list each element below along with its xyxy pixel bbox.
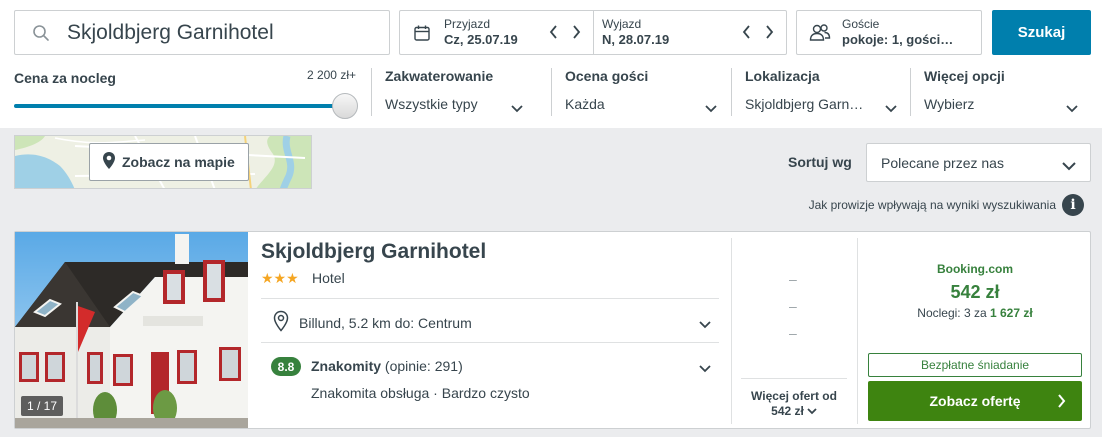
- filter-divider: [910, 68, 911, 116]
- divider: [261, 342, 719, 343]
- hotel-location-text: Billund, 5.2 km do: Centrum: [299, 314, 472, 331]
- alt-price: –: [789, 325, 797, 341]
- filter-accommodation[interactable]: Zakwaterowanie Wszystkie typy: [385, 68, 541, 120]
- checkout-label: Wyjazd: [602, 17, 642, 31]
- divider: [261, 298, 719, 299]
- chevron-down-icon: [1066, 100, 1078, 118]
- map-pin-icon: [102, 151, 116, 173]
- price-slider-track[interactable]: [14, 104, 344, 108]
- hotel-result-card: 1 / 17 Skjoldbjerg Garnihotel ★★★ Hotel …: [14, 231, 1091, 429]
- nights-total: Noclegi: 3 za 1 627 zł: [868, 306, 1082, 320]
- checkout-next-icon[interactable]: [764, 24, 774, 45]
- guests-value: pokoje: 1, gości…: [842, 32, 954, 47]
- filter-guest-rating[interactable]: Ocena gości Każda: [565, 68, 731, 120]
- guests-field[interactable]: Goście pokoje: 1, gości…: [796, 10, 982, 55]
- checkout-value: N, 28.07.19: [602, 32, 670, 47]
- column-divider: [731, 238, 732, 424]
- alt-price: –: [789, 298, 797, 314]
- checkin-prev-icon[interactable]: [549, 24, 559, 45]
- sort-value: Polecane przez nas: [881, 154, 1004, 171]
- hotel-location[interactable]: Billund, 5.2 km do: Centrum: [273, 310, 472, 335]
- filter-guest-rating-title: Ocena gości: [565, 68, 649, 84]
- destination-search-input[interactable]: Skjoldbjerg Garnihotel: [14, 10, 390, 55]
- filter-divider: [551, 68, 552, 116]
- star-rating: ★★★: [261, 270, 299, 286]
- map-pin-icon: [273, 310, 289, 335]
- guests-icon: [797, 23, 842, 43]
- hotel-type: Hotel: [312, 270, 345, 286]
- photo-counter: 1 / 17: [21, 396, 64, 416]
- chevron-down-icon: [807, 404, 817, 419]
- chevron-down-icon: [705, 100, 717, 118]
- rating-word: Znakomity: [311, 358, 382, 374]
- more-offers-button[interactable]: Więcej ofert od 542 zł: [741, 378, 847, 419]
- rating-count: (opinie: 291): [384, 358, 463, 374]
- view-on-map-button[interactable]: Zobacz na mapie: [89, 143, 249, 181]
- chevron-down-icon: [1062, 158, 1076, 174]
- chevron-down-icon[interactable]: [699, 316, 711, 334]
- provisions-link[interactable]: Jak prowizje wpływają na wyniki wyszukiw…: [809, 198, 1056, 212]
- view-deal-button[interactable]: Zobacz ofertę: [868, 381, 1082, 421]
- rating-score-badge: 8.8: [271, 357, 301, 376]
- filter-accommodation-title: Zakwaterowanie: [385, 68, 494, 84]
- alt-price: –: [789, 271, 797, 287]
- hotel-name[interactable]: Skjoldbjerg Garnihotel: [261, 240, 486, 264]
- price-filter-label: Cena za nocleg: [14, 70, 116, 86]
- checkin-value: Cz, 25.07.19: [444, 32, 518, 47]
- chevron-down-icon: [511, 100, 523, 118]
- checkin-label: Przyjazd: [444, 17, 491, 31]
- sort-label: Sortuj wg: [788, 154, 852, 170]
- nights-prefix: Noclegi: 3 za: [917, 306, 987, 320]
- filter-divider: [371, 68, 372, 116]
- nights-total-price: 1 627 zł: [990, 306, 1033, 320]
- guests-label: Goście: [842, 17, 880, 31]
- search-button[interactable]: Szukaj: [992, 10, 1091, 55]
- date-picker: Przyjazd Cz, 25.07.19 Wyjazd N, 28.07.19: [399, 10, 787, 55]
- checkout-field[interactable]: Wyjazd N, 28.07.19: [593, 11, 786, 54]
- calendar-icon: [400, 24, 444, 42]
- chevron-down-icon[interactable]: [699, 360, 711, 378]
- checkout-prev-icon[interactable]: [742, 24, 752, 45]
- more-offers-price: 542 zł: [771, 404, 804, 418]
- filter-divider: [731, 68, 732, 116]
- best-price: 542 zł: [950, 282, 1000, 302]
- search-icon: [15, 24, 67, 42]
- top-bar: Skjoldbjerg Garnihotel Przyjazd Cz, 25.0…: [0, 0, 1102, 128]
- filter-location[interactable]: Lokalizacja Skjoldbjerg Garn…: [745, 68, 911, 120]
- price-max-label: 2 200 zł+: [306, 68, 356, 82]
- provider-name: Booking.com: [936, 262, 1013, 276]
- chevron-down-icon: [885, 100, 897, 118]
- destination-value: Skjoldbjerg Garnihotel: [67, 20, 274, 44]
- checkin-next-icon[interactable]: [571, 24, 581, 45]
- column-divider: [857, 238, 858, 424]
- hotel-photo[interactable]: 1 / 17: [15, 232, 248, 428]
- more-offers-label: Więcej ofert od: [751, 389, 837, 403]
- chevron-right-icon: [1057, 394, 1066, 411]
- checkin-field[interactable]: Przyjazd Cz, 25.07.19: [400, 11, 593, 54]
- alt-prices: – – –: [789, 266, 797, 347]
- free-breakfast-badge: Bezpłatne śniadanie: [868, 353, 1082, 377]
- view-deal-label: Zobacz ofertę: [929, 393, 1021, 409]
- rating-highlights: Znakomita obsługa · Bardzo czysto: [311, 385, 530, 401]
- filter-more-options[interactable]: Więcej opcji Wybierz: [924, 68, 1090, 120]
- info-icon[interactable]: i: [1062, 194, 1084, 216]
- rating-summary[interactable]: Znakomity (opinie: 291): [311, 358, 463, 374]
- filter-more-options-title: Więcej opcji: [924, 68, 1005, 84]
- view-on-map-label: Zobacz na mapie: [122, 154, 235, 170]
- sort-select[interactable]: Polecane przez nas: [866, 143, 1091, 182]
- price-slider-handle[interactable]: [332, 93, 358, 119]
- filter-location-title: Lokalizacja: [745, 68, 820, 84]
